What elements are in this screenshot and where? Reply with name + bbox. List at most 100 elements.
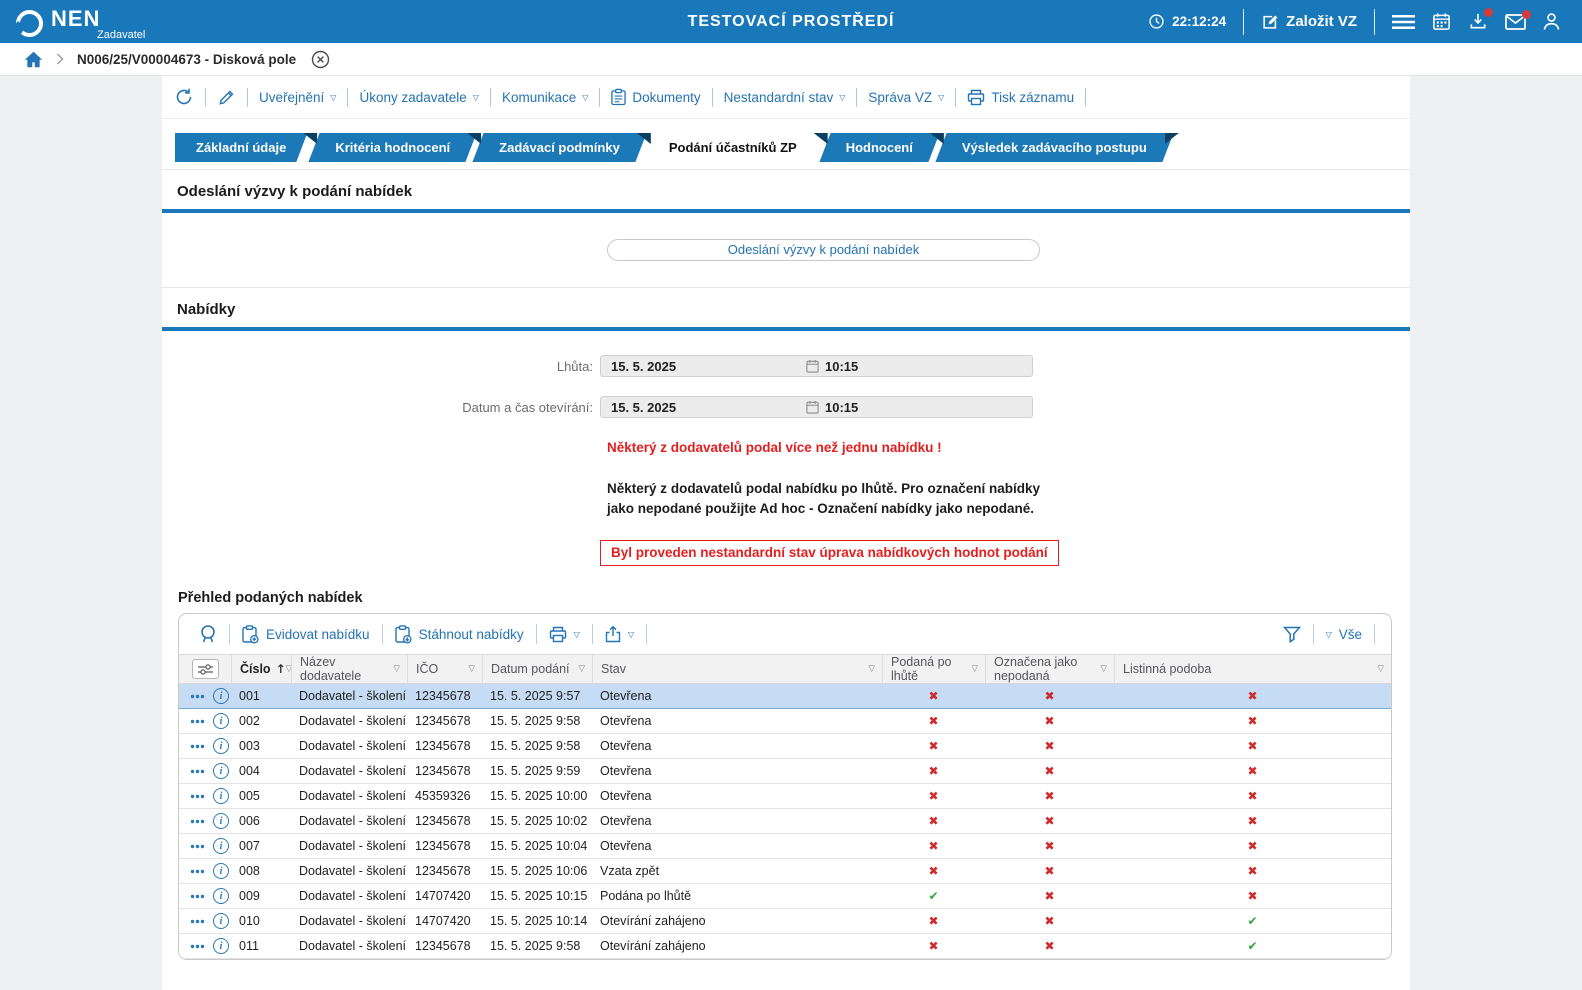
search-icon[interactable] <box>199 624 217 644</box>
cell-number: 003 <box>231 739 291 753</box>
row-info-icon[interactable]: i <box>213 738 229 754</box>
table-row[interactable]: i009Dodavatel - školení 101470742015. 5.… <box>179 884 1391 909</box>
row-menu-icon[interactable] <box>190 819 205 824</box>
row-info-icon[interactable]: i <box>213 913 229 929</box>
row-menu-icon[interactable] <box>190 869 205 874</box>
cell-paper-form: ✖ <box>1114 889 1391 903</box>
menu-contracting-actions[interactable]: Úkony zadavatele▽ <box>359 90 478 105</box>
close-tab-icon[interactable] <box>311 50 330 69</box>
nen-logo[interactable]: NEN Zadavatel <box>16 7 100 37</box>
deadline-field[interactable]: 15. 5. 2025 10:15 <box>600 355 1033 377</box>
cross-icon: ✖ <box>1247 714 1257 728</box>
filter-caret-icon[interactable]: ▽ <box>971 664 978 674</box>
tab-zakladni-udaje[interactable]: Základní údaje <box>175 133 307 162</box>
menu-communication[interactable]: Komunikace▽ <box>502 90 588 105</box>
tab-vysledek[interactable]: Výsledek zadávacího postupu <box>941 133 1168 162</box>
filter-caret-icon[interactable]: ▽ <box>1100 664 1107 674</box>
tab-zadavaci-podminky[interactable]: Zadávací podmínky <box>478 133 641 162</box>
table-row[interactable]: i006Dodavatel - školení 71234567815. 5. … <box>179 809 1391 834</box>
downloads-button[interactable] <box>1468 12 1488 31</box>
table-row[interactable]: i007Dodavatel - školení 81234567815. 5. … <box>179 834 1391 859</box>
table-row[interactable]: i003Dodavatel - školení 41234567815. 5. … <box>179 734 1391 759</box>
tab-hodnoceni[interactable]: Hodnocení <box>825 133 934 162</box>
cross-icon: ✖ <box>1044 914 1054 928</box>
profile-button[interactable] <box>1543 12 1560 31</box>
toolbar-separator <box>490 88 491 107</box>
row-info-icon[interactable]: i <box>213 788 229 804</box>
row-menu-icon[interactable] <box>190 919 205 924</box>
menu-publish[interactable]: Uveřejnění▽ <box>259 90 336 105</box>
column-header-podana-po-lhute[interactable]: Podaná po lhůtě▽ <box>882 655 985 683</box>
toolbar-separator <box>1085 88 1086 107</box>
print-table-button[interactable]: ▽ <box>549 626 580 643</box>
history-button[interactable] <box>174 87 194 107</box>
breadcrumb-item[interactable]: N006/25/V00004673 - Disková pole <box>77 52 296 67</box>
edit-button[interactable] <box>217 88 236 107</box>
send-invitation-button[interactable]: Odeslání výzvy k podání nabídek <box>607 239 1040 261</box>
column-header-ico[interactable]: IČO▽ <box>407 655 482 683</box>
table-row[interactable]: i005Dodavatel - školení 64535932615. 5. … <box>179 784 1391 809</box>
row-info-icon[interactable]: i <box>213 888 229 904</box>
messages-button[interactable] <box>1505 14 1526 30</box>
column-header-stav[interactable]: Stav▽ <box>592 655 882 683</box>
row-info-icon[interactable]: i <box>213 713 229 729</box>
download-bids-button[interactable]: Stáhnout nabídky <box>395 625 524 644</box>
filter-caret-icon[interactable]: ▽ <box>578 664 585 674</box>
row-info-icon[interactable]: i <box>213 763 229 779</box>
tab-podani-ucastniku[interactable]: Podání účastníků ZP <box>648 133 818 162</box>
menu-manage-vz[interactable]: Správa VZ▽ <box>868 90 944 105</box>
export-button[interactable]: ▽ <box>605 625 634 643</box>
column-settings-icon <box>192 659 219 679</box>
row-info-icon[interactable]: i <box>213 813 229 829</box>
column-header-datum[interactable]: Datum podání▽ <box>482 655 592 683</box>
table-row[interactable]: i008Dodavatel - školení 91234567815. 5. … <box>179 859 1391 884</box>
menu-nonstandard-state[interactable]: Nestandardní stav▽ <box>724 90 846 105</box>
table-row[interactable]: i010Dodavatel - školení 101470742015. 5.… <box>179 909 1391 934</box>
row-menu-icon[interactable] <box>190 894 205 899</box>
filter-preset-dropdown[interactable]: ▽ Vše <box>1326 627 1362 642</box>
row-menu-icon[interactable] <box>190 694 205 699</box>
filter-caret-icon[interactable]: ▽ <box>1377 664 1384 674</box>
column-header-nazev[interactable]: Název dodavatele▽ <box>291 655 407 683</box>
toolbar-separator <box>646 624 647 644</box>
row-menu-icon[interactable] <box>190 944 205 949</box>
table-row[interactable]: i011Dodavatel - školení 31234567815. 5. … <box>179 934 1391 959</box>
cell-supplier: Dodavatel - školení 3 <box>291 939 407 953</box>
row-menu-icon[interactable] <box>190 794 205 799</box>
table-body: i001Dodavatel - školení 21234567815. 5. … <box>179 684 1391 959</box>
command-toolbar: Uveřejnění▽ Úkony zadavatele▽ Komunikace… <box>162 76 1410 119</box>
row-menu-icon[interactable] <box>190 769 205 774</box>
opening-label: Datum a čas otevírání: <box>162 400 593 415</box>
home-icon[interactable] <box>24 51 43 68</box>
filter-caret-icon[interactable]: ▽ <box>868 664 875 674</box>
column-header-oznacena-nepodana[interactable]: Označena jako nepodaná▽ <box>985 655 1114 683</box>
filter-icon[interactable] <box>1283 626 1301 643</box>
table-row[interactable]: i004Dodavatel - školení 51234567815. 5. … <box>179 759 1391 784</box>
create-vz-button[interactable]: Založit VZ <box>1261 13 1357 31</box>
column-header-cislo[interactable]: Číslo ↑ ▽ <box>231 655 291 683</box>
notification-badge <box>1522 10 1531 19</box>
row-info-icon[interactable]: i <box>213 838 229 854</box>
cell-number: 007 <box>231 839 291 853</box>
register-bid-button[interactable]: Evidovat nabídku <box>242 625 370 644</box>
calendar-button[interactable] <box>1432 12 1451 31</box>
column-settings-button[interactable] <box>179 655 231 683</box>
table-row[interactable]: i001Dodavatel - školení 21234567815. 5. … <box>179 684 1391 709</box>
opening-field[interactable]: 15. 5. 2025 10:15 <box>600 396 1033 418</box>
table-row[interactable]: i002Dodavatel - školení 31234567815. 5. … <box>179 709 1391 734</box>
menu-button[interactable] <box>1392 14 1415 30</box>
cell-supplier: Dodavatel - školení 3 <box>291 714 407 728</box>
row-info-icon[interactable]: i <box>213 863 229 879</box>
filter-caret-icon[interactable]: ▽ <box>468 664 475 674</box>
row-menu-icon[interactable] <box>190 719 205 724</box>
row-info-icon[interactable]: i <box>213 938 229 954</box>
row-menu-icon[interactable] <box>190 844 205 849</box>
tab-kriteria-hodnoceni[interactable]: Kritéria hodnocení <box>314 133 471 162</box>
row-menu-icon[interactable] <box>190 744 205 749</box>
row-info-icon[interactable]: i <box>213 688 229 704</box>
column-header-listinna-podoba[interactable]: Listinná podoba▽ <box>1114 655 1391 683</box>
filter-caret-icon[interactable]: ▽ <box>393 664 400 674</box>
print-record-button[interactable]: Tisk záznamu <box>967 89 1074 106</box>
menu-documents[interactable]: Dokumenty <box>611 88 700 106</box>
toolbar-separator <box>205 88 206 107</box>
